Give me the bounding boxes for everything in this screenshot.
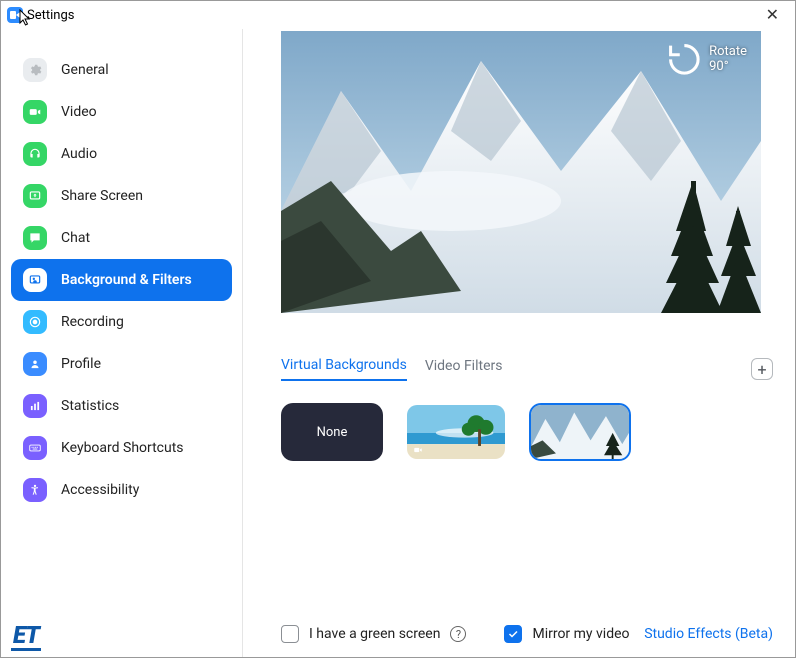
help-icon[interactable]: ? [450, 626, 466, 642]
sidebar-item-profile[interactable]: Profile [11, 343, 232, 385]
green-screen-label: I have a green screen [309, 626, 440, 642]
profile-icon [23, 352, 47, 376]
sidebar-label: Background & Filters [61, 272, 192, 288]
mirror-label: Mirror my video [532, 626, 629, 642]
share-screen-icon [23, 184, 47, 208]
sidebar-item-video[interactable]: Video [11, 91, 232, 133]
sidebar-item-keyboard-shortcuts[interactable]: Keyboard Shortcuts [11, 427, 232, 469]
close-button[interactable]: ✕ [758, 5, 787, 24]
chat-icon [23, 226, 47, 250]
sidebar-label: Accessibility [61, 482, 139, 498]
sidebar-item-statistics[interactable]: Statistics [11, 385, 232, 427]
sidebar-label: Audio [61, 146, 97, 162]
plus-icon: + [757, 360, 766, 379]
video-icon [411, 445, 425, 455]
background-icon [23, 268, 47, 292]
background-tabs: Virtual Backgrounds Video Filters + [281, 357, 773, 381]
headphones-icon [23, 142, 47, 166]
add-background-button[interactable]: + [751, 358, 773, 380]
sidebar-item-audio[interactable]: Audio [11, 133, 232, 175]
sidebar-label: Chat [61, 230, 90, 246]
tab-video-filters[interactable]: Video Filters [425, 358, 503, 380]
main-panel: Rotate 90° Virtual Backgrounds Video Fil… [243, 29, 795, 657]
sidebar-item-background-filters[interactable]: Background & Filters [11, 259, 232, 301]
sidebar-label: Keyboard Shortcuts [61, 440, 184, 456]
sidebar-label: Video [61, 104, 97, 120]
tab-virtual-backgrounds[interactable]: Virtual Backgrounds [281, 357, 407, 381]
sidebar-item-recording[interactable]: Recording [11, 301, 232, 343]
sidebar-item-share-screen[interactable]: Share Screen [11, 175, 232, 217]
thumb-none[interactable]: None [281, 403, 383, 461]
video-preview: Rotate 90° [281, 31, 761, 313]
window-title: Settings [27, 8, 74, 23]
sidebar-item-general[interactable]: General [11, 49, 232, 91]
thumb-none-label: None [317, 425, 348, 440]
sidebar-item-accessibility[interactable]: Accessibility [11, 469, 232, 511]
rotate-icon [666, 41, 703, 78]
settings-sidebar: General Video Audio Share Screen Chat [1, 29, 243, 657]
sidebar-label: General [61, 62, 109, 78]
sidebar-label: Statistics [61, 398, 119, 414]
zoom-app-icon [7, 7, 23, 23]
accessibility-icon [23, 478, 47, 502]
check-icon [507, 628, 519, 640]
statistics-icon [23, 394, 47, 418]
thumb-beach[interactable] [405, 403, 507, 461]
recording-icon [23, 310, 47, 334]
sidebar-item-chat[interactable]: Chat [11, 217, 232, 259]
footer-options: I have a green screen ? Mirror my video … [281, 625, 773, 643]
sidebar-label: Recording [61, 314, 124, 330]
rotate-label: Rotate 90° [709, 44, 747, 74]
video-icon [23, 100, 47, 124]
background-thumbnails: None [281, 403, 773, 461]
mirror-checkbox[interactable] [504, 625, 522, 643]
sidebar-label: Share Screen [61, 188, 143, 204]
studio-effects-link[interactable]: Studio Effects (Beta) [644, 626, 773, 642]
green-screen-checkbox[interactable] [281, 625, 299, 643]
sidebar-label: Profile [61, 356, 101, 372]
gear-icon [23, 58, 47, 82]
titlebar: Settings ✕ [1, 1, 795, 29]
thumb-mountains[interactable] [529, 403, 631, 461]
rotate-button[interactable]: Rotate 90° [666, 41, 747, 78]
keyboard-icon [23, 436, 47, 460]
watermark: ET [11, 623, 41, 651]
